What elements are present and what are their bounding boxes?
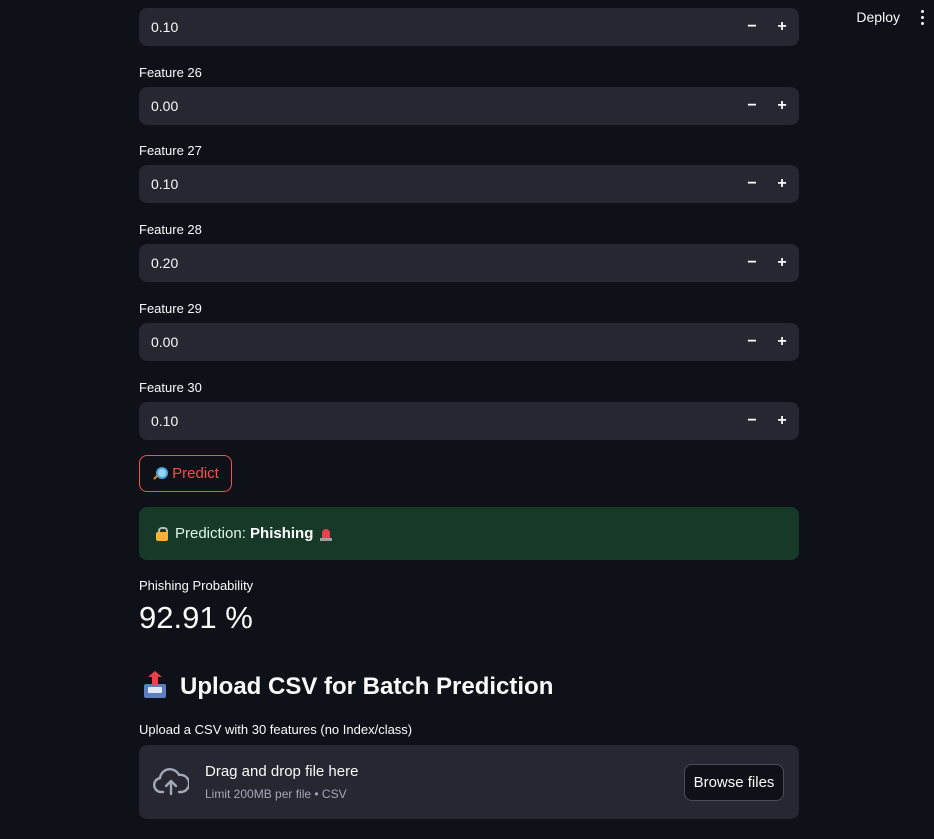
decrement-button[interactable]: − xyxy=(737,165,767,203)
feature-29-input[interactable]: 0.00 − + xyxy=(139,323,799,361)
feature-25-input[interactable]: 0.10 − + xyxy=(139,8,799,46)
increment-button[interactable]: + xyxy=(767,87,797,125)
decrement-button[interactable]: − xyxy=(737,402,767,440)
dropzone-instructions: Drag and drop file here Limit 200MB per … xyxy=(205,763,684,801)
feature-26-input[interactable]: 0.00 − + xyxy=(139,87,799,125)
decrement-button[interactable]: − xyxy=(737,244,767,282)
prediction-text: Prediction: Phishing xyxy=(175,525,313,542)
top-toolbar: Deploy xyxy=(824,0,934,34)
feature-28-input[interactable]: 0.20 − + xyxy=(139,244,799,282)
decrement-button[interactable]: − xyxy=(737,8,767,46)
upload-section-heading: Upload CSV for Batch Prediction xyxy=(143,670,553,704)
limit-text: Limit 200MB per file • CSV xyxy=(205,787,347,801)
increment-button[interactable]: + xyxy=(767,8,797,46)
number-value[interactable]: 0.20 xyxy=(139,255,737,271)
feature-27-input[interactable]: 0.10 − + xyxy=(139,165,799,203)
feature-28-label: Feature 28 xyxy=(139,222,202,237)
cloud-upload-icon xyxy=(153,768,189,796)
increment-button[interactable]: + xyxy=(767,402,797,440)
predict-label: Predict xyxy=(172,465,219,482)
decrement-button[interactable]: − xyxy=(737,87,767,125)
predict-button[interactable]: Predict xyxy=(139,455,232,492)
deploy-button[interactable]: Deploy xyxy=(856,9,900,25)
prediction-result-alert: Prediction: Phishing xyxy=(139,507,799,560)
increment-button[interactable]: + xyxy=(767,165,797,203)
outbox-tray-icon xyxy=(143,671,167,699)
increment-button[interactable]: + xyxy=(767,323,797,361)
increment-button[interactable]: + xyxy=(767,244,797,282)
number-value[interactable]: 0.00 xyxy=(139,334,737,350)
decrement-button[interactable]: − xyxy=(737,323,767,361)
magnifier-icon xyxy=(152,466,169,481)
number-value[interactable]: 0.00 xyxy=(139,98,737,114)
feature-29-label: Feature 29 xyxy=(139,301,202,316)
metric-value: 92.91 % xyxy=(139,600,253,635)
prediction-value: Phishing xyxy=(250,525,314,542)
number-value[interactable]: 0.10 xyxy=(139,413,737,429)
file-dropzone[interactable]: Drag and drop file here Limit 200MB per … xyxy=(139,745,799,819)
feature-26-label: Feature 26 xyxy=(139,65,202,80)
browse-files-button[interactable]: Browse files xyxy=(684,763,784,801)
upload-title: Upload CSV for Batch Prediction xyxy=(180,673,554,700)
siren-icon xyxy=(319,527,333,541)
drop-text: Drag and drop file here xyxy=(205,763,359,780)
metric-label: Phishing Probability xyxy=(139,578,254,593)
prediction-prefix: Prediction: xyxy=(175,525,251,542)
feature-27-label: Feature 27 xyxy=(139,143,202,158)
lock-icon xyxy=(155,526,169,541)
number-value[interactable]: 0.10 xyxy=(139,19,737,35)
feature-30-input[interactable]: 0.10 − + xyxy=(139,402,799,440)
feature-30-label: Feature 30 xyxy=(139,380,202,395)
uploader-label: Upload a CSV with 30 features (no Index/… xyxy=(139,722,413,737)
number-value[interactable]: 0.10 xyxy=(139,176,737,192)
kebab-menu-icon[interactable] xyxy=(914,7,930,27)
